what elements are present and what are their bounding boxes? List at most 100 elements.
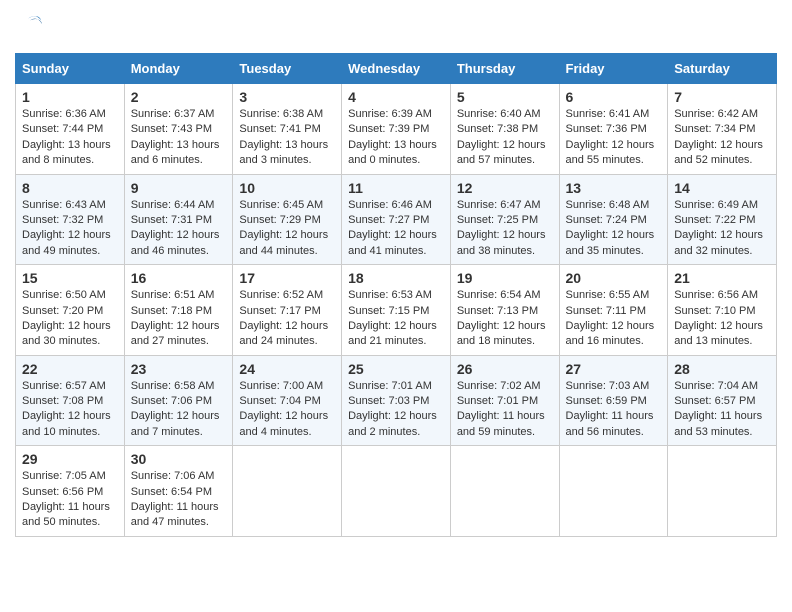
week-row-5: 29 Sunrise: 7:05 AMSunset: 6:56 PMDayligh… xyxy=(16,446,777,537)
day-cell: 9 Sunrise: 6:44 AMSunset: 7:31 PMDaylight… xyxy=(124,174,233,265)
day-cell: 15 Sunrise: 6:50 AMSunset: 7:20 PMDayligh… xyxy=(16,265,125,356)
day-detail: Sunrise: 6:52 AMSunset: 7:17 PMDaylight:… xyxy=(239,288,335,350)
day-number: 21 xyxy=(674,270,770,286)
day-detail: Sunrise: 7:03 AMSunset: 6:59 PMDaylight:… xyxy=(566,379,662,441)
day-cell xyxy=(668,446,777,537)
day-number: 27 xyxy=(566,361,662,377)
day-number: 28 xyxy=(674,361,770,377)
day-detail: Sunrise: 7:05 AMSunset: 6:56 PMDaylight:… xyxy=(22,469,118,531)
day-cell: 24Sunrise: 7:00 AMSunset: 7:04 PMDayligh… xyxy=(233,355,342,446)
day-number: 5 xyxy=(457,89,553,105)
day-number: 20 xyxy=(566,270,662,286)
day-detail: Sunrise: 6:42 AMSunset: 7:34 PMDaylight:… xyxy=(674,107,770,169)
day-cell: 29 Sunrise: 7:05 AMSunset: 6:56 PMDayligh… xyxy=(16,446,125,537)
day-cell: 21 Sunrise: 6:56 AMSunset: 7:10 PMDayligh… xyxy=(668,265,777,356)
day-number: 29 xyxy=(22,451,118,467)
day-detail: Sunrise: 6:36 AMSunset: 7:44 PMDaylight:… xyxy=(22,107,118,169)
day-cell: 2Sunrise: 6:37 AMSunset: 7:43 PMDaylight… xyxy=(124,84,233,175)
col-header-saturday: Saturday xyxy=(668,54,777,84)
week-row-1: 1 Sunrise: 6:36 AMSunset: 7:44 PMDaylight… xyxy=(16,84,777,175)
day-detail: Sunrise: 6:39 AMSunset: 7:39 PMDaylight:… xyxy=(348,107,444,169)
day-cell: 23Sunrise: 6:58 AMSunset: 7:06 PMDayligh… xyxy=(124,355,233,446)
day-cell: 25 Sunrise: 7:01 AMSunset: 7:03 PMDayligh… xyxy=(342,355,451,446)
day-detail: Sunrise: 6:50 AMSunset: 7:20 PMDaylight:… xyxy=(22,288,118,350)
day-number: 19 xyxy=(457,270,553,286)
col-header-friday: Friday xyxy=(559,54,668,84)
day-detail: Sunrise: 6:58 AMSunset: 7:06 PMDaylight:… xyxy=(131,379,227,441)
day-detail: Sunrise: 7:06 AMSunset: 6:54 PMDaylight:… xyxy=(131,469,227,531)
logo xyxy=(15,15,47,43)
day-cell: 17Sunrise: 6:52 AMSunset: 7:17 PMDayligh… xyxy=(233,265,342,356)
week-row-4: 22Sunrise: 6:57 AMSunset: 7:08 PMDayligh… xyxy=(16,355,777,446)
week-row-2: 8 Sunrise: 6:43 AMSunset: 7:32 PMDaylight… xyxy=(16,174,777,265)
day-cell: 30 Sunrise: 7:06 AMSunset: 6:54 PMDayligh… xyxy=(124,446,233,537)
day-cell xyxy=(233,446,342,537)
day-cell: 4 Sunrise: 6:39 AMSunset: 7:39 PMDaylight… xyxy=(342,84,451,175)
day-number: 24 xyxy=(239,361,335,377)
day-cell: 3 Sunrise: 6:38 AMSunset: 7:41 PMDaylight… xyxy=(233,84,342,175)
day-cell: 27 Sunrise: 7:03 AMSunset: 6:59 PMDayligh… xyxy=(559,355,668,446)
day-detail: Sunrise: 6:44 AMSunset: 7:31 PMDaylight:… xyxy=(131,198,227,260)
day-number: 8 xyxy=(22,180,118,196)
day-number: 13 xyxy=(566,180,662,196)
col-header-monday: Monday xyxy=(124,54,233,84)
day-number: 14 xyxy=(674,180,770,196)
day-number: 15 xyxy=(22,270,118,286)
day-number: 11 xyxy=(348,180,444,196)
day-number: 7 xyxy=(674,89,770,105)
day-cell: 13 Sunrise: 6:48 AMSunset: 7:24 PMDayligh… xyxy=(559,174,668,265)
day-number: 4 xyxy=(348,89,444,105)
day-cell xyxy=(450,446,559,537)
day-detail: Sunrise: 6:56 AMSunset: 7:10 PMDaylight:… xyxy=(674,288,770,350)
day-detail: Sunrise: 7:01 AMSunset: 7:03 PMDaylight:… xyxy=(348,379,444,441)
day-cell: 5 Sunrise: 6:40 AMSunset: 7:38 PMDaylight… xyxy=(450,84,559,175)
day-number: 1 xyxy=(22,89,118,105)
day-number: 6 xyxy=(566,89,662,105)
day-number: 18 xyxy=(348,270,444,286)
day-detail: Sunrise: 6:53 AMSunset: 7:15 PMDaylight:… xyxy=(348,288,444,350)
day-cell: 11 Sunrise: 6:46 AMSunset: 7:27 PMDayligh… xyxy=(342,174,451,265)
col-header-tuesday: Tuesday xyxy=(233,54,342,84)
day-number: 12 xyxy=(457,180,553,196)
logo-icon xyxy=(15,11,43,39)
day-cell: 20Sunrise: 6:55 AMSunset: 7:11 PMDayligh… xyxy=(559,265,668,356)
day-number: 3 xyxy=(239,89,335,105)
day-cell: 12 Sunrise: 6:47 AMSunset: 7:25 PMDayligh… xyxy=(450,174,559,265)
day-number: 22 xyxy=(22,361,118,377)
day-number: 30 xyxy=(131,451,227,467)
day-number: 2 xyxy=(131,89,227,105)
week-row-3: 15 Sunrise: 6:50 AMSunset: 7:20 PMDayligh… xyxy=(16,265,777,356)
day-cell: 8 Sunrise: 6:43 AMSunset: 7:32 PMDaylight… xyxy=(16,174,125,265)
day-detail: Sunrise: 6:43 AMSunset: 7:32 PMDaylight:… xyxy=(22,198,118,260)
day-cell: 19 Sunrise: 6:54 AMSunset: 7:13 PMDayligh… xyxy=(450,265,559,356)
day-cell: 16 Sunrise: 6:51 AMSunset: 7:18 PMDayligh… xyxy=(124,265,233,356)
day-detail: Sunrise: 6:47 AMSunset: 7:25 PMDaylight:… xyxy=(457,198,553,260)
day-detail: Sunrise: 6:45 AMSunset: 7:29 PMDaylight:… xyxy=(239,198,335,260)
day-cell: 6 Sunrise: 6:41 AMSunset: 7:36 PMDaylight… xyxy=(559,84,668,175)
day-cell: 14 Sunrise: 6:49 AMSunset: 7:22 PMDayligh… xyxy=(668,174,777,265)
page-header xyxy=(15,15,777,43)
day-detail: Sunrise: 7:04 AMSunset: 6:57 PMDaylight:… xyxy=(674,379,770,441)
day-cell xyxy=(342,446,451,537)
day-cell: 22Sunrise: 6:57 AMSunset: 7:08 PMDayligh… xyxy=(16,355,125,446)
day-detail: Sunrise: 6:41 AMSunset: 7:36 PMDaylight:… xyxy=(566,107,662,169)
day-number: 10 xyxy=(239,180,335,196)
day-cell: 18 Sunrise: 6:53 AMSunset: 7:15 PMDayligh… xyxy=(342,265,451,356)
day-number: 25 xyxy=(348,361,444,377)
col-header-sunday: Sunday xyxy=(16,54,125,84)
day-number: 26 xyxy=(457,361,553,377)
day-number: 16 xyxy=(131,270,227,286)
day-detail: Sunrise: 6:40 AMSunset: 7:38 PMDaylight:… xyxy=(457,107,553,169)
day-cell: 10 Sunrise: 6:45 AMSunset: 7:29 PMDayligh… xyxy=(233,174,342,265)
day-cell xyxy=(559,446,668,537)
day-number: 9 xyxy=(131,180,227,196)
day-detail: Sunrise: 6:48 AMSunset: 7:24 PMDaylight:… xyxy=(566,198,662,260)
day-detail: Sunrise: 6:38 AMSunset: 7:41 PMDaylight:… xyxy=(239,107,335,169)
day-detail: Sunrise: 6:46 AMSunset: 7:27 PMDaylight:… xyxy=(348,198,444,260)
day-cell: 28 Sunrise: 7:04 AMSunset: 6:57 PMDayligh… xyxy=(668,355,777,446)
calendar-header-row: SundayMondayTuesdayWednesdayThursdayFrid… xyxy=(16,54,777,84)
day-cell: 1 Sunrise: 6:36 AMSunset: 7:44 PMDaylight… xyxy=(16,84,125,175)
day-detail: Sunrise: 6:51 AMSunset: 7:18 PMDaylight:… xyxy=(131,288,227,350)
day-detail: Sunrise: 6:54 AMSunset: 7:13 PMDaylight:… xyxy=(457,288,553,350)
day-detail: Sunrise: 6:49 AMSunset: 7:22 PMDaylight:… xyxy=(674,198,770,260)
